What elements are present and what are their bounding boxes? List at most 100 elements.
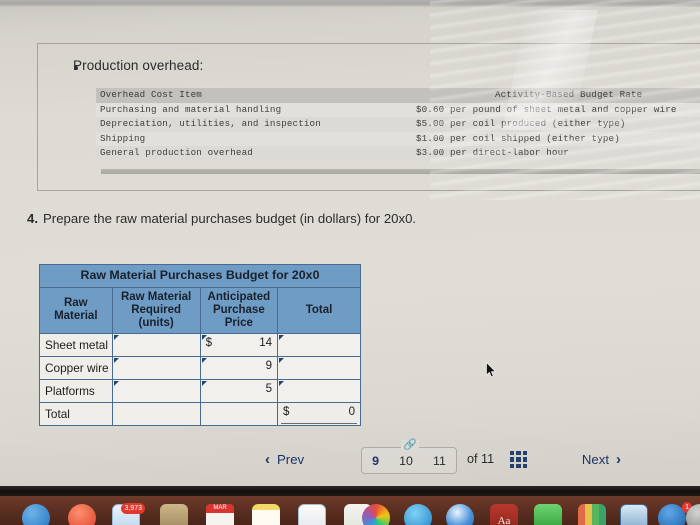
cell-flag-icon — [201, 357, 207, 363]
exhibit-col1-header: Overhead Cost Item — [100, 89, 202, 100]
input-required-copper-wire[interactable] — [111, 355, 201, 380]
cell-flag-icon — [113, 334, 119, 340]
grid-cell — [522, 463, 527, 468]
link-icon[interactable]: 🔗 — [401, 440, 419, 451]
grid-cell — [516, 451, 521, 456]
question-number: 4. — [27, 211, 38, 226]
header-required-l3: (units) — [138, 316, 174, 329]
mail-unread-badge: 3,973 — [121, 503, 145, 514]
chevron-left-icon: ‹ — [265, 451, 270, 468]
dock-icon-launchpad[interactable] — [68, 504, 96, 525]
grid-cell — [510, 457, 515, 462]
total-value: 0 — [348, 405, 355, 418]
exhibit-bottom-rule — [101, 169, 700, 174]
page-total-label: of 11 — [467, 452, 495, 466]
row-label-total: Total — [39, 401, 113, 426]
grid-cell — [510, 451, 515, 456]
input-total-sheet-metal[interactable] — [277, 332, 361, 357]
grid-cell — [516, 457, 521, 462]
macos-dock: 3,973 MAR Aa 1 — [0, 496, 700, 525]
currency-symbol: $ — [205, 336, 213, 349]
header-raw-material-l1: Raw — [63, 297, 88, 310]
exhibit-item: Shipping — [100, 132, 146, 144]
table-row: Copper wire 9 — [39, 355, 361, 380]
dock-icon-contacts[interactable] — [160, 504, 188, 525]
header-total: Total — [277, 286, 361, 334]
budget-header-row: Raw Material Raw Material Required (unit… — [39, 286, 361, 334]
grid-cell — [522, 451, 527, 456]
dock-icon-safari[interactable] — [404, 504, 432, 525]
input-required-platforms[interactable] — [111, 378, 201, 403]
exhibit-item: Depreciation, utilities, and inspection — [100, 118, 321, 130]
production-overhead-heading: Production overhead: — [73, 58, 204, 73]
total-underline — [281, 422, 357, 424]
cell-flag-icon — [279, 380, 285, 386]
grid-view-icon[interactable] — [510, 451, 527, 468]
grand-total-cell: $ 0 — [277, 401, 361, 426]
header-price-l3: Price — [224, 316, 253, 329]
row-label-platforms: Platforms — [39, 378, 113, 403]
mouse-cursor-icon — [486, 362, 497, 378]
dictionary-glyph: Aa — [497, 515, 511, 525]
exhibit-row: General production overhead $3.00 per di… — [96, 146, 700, 161]
table-row: Platforms 5 — [39, 378, 361, 403]
dock-icon-facetime[interactable] — [534, 504, 562, 525]
calendar-month-label: MAR — [206, 504, 234, 513]
exhibit-row: Shipping $1.00 per coil shipped (either … — [96, 131, 700, 147]
next-label: Next — [581, 452, 609, 467]
dock-icon-dictionary[interactable]: Aa — [490, 504, 518, 525]
input-total-copper-wire[interactable] — [277, 355, 361, 380]
cell-flag-icon — [279, 357, 285, 363]
budget-table-title: Raw Material Purchases Budget for 20x0 — [39, 264, 361, 288]
total-currency-symbol: $ — [283, 405, 290, 418]
grid-cell — [522, 457, 527, 462]
dock-icon-numbers[interactable] — [578, 504, 606, 525]
dock-icon-reminders[interactable] — [298, 504, 326, 525]
screen-top-edge — [0, 0, 700, 7]
exhibit-rate: $5.00 per coil produced (either type) — [416, 118, 626, 130]
input-price-platforms[interactable]: 5 — [199, 378, 279, 403]
exhibit-rate: $1.00 per coil shipped (either type) — [416, 132, 620, 144]
total-row-blank-price — [199, 401, 279, 426]
input-price-sheet-metal[interactable]: $ 14 — [199, 332, 279, 357]
row-label-copper-wire: Copper wire — [39, 355, 113, 380]
cell-flag-icon — [113, 357, 119, 363]
exhibit-item: Purchasing and material handling — [100, 103, 282, 115]
input-total-platforms[interactable] — [277, 378, 361, 403]
pagination-bar: ‹ Prev 9 10 11 🔗 of 11 Next › — [255, 440, 625, 478]
page-number-group[interactable]: 9 10 11 — [361, 447, 457, 474]
header-anticipated-price: Anticipated Purchase Price — [199, 286, 279, 334]
header-raw-material-l2: Material — [54, 310, 98, 323]
dock-icon-finder[interactable] — [22, 504, 50, 525]
exhibit-rate: $3.00 per direct-labor hour — [416, 147, 569, 159]
header-raw-material: Raw Material — [39, 286, 113, 334]
next-page-button[interactable]: Next › — [582, 451, 621, 468]
page-number-10[interactable]: 10 — [399, 454, 413, 468]
dock-icon-keynote[interactable] — [620, 504, 648, 525]
dock-icon-photos[interactable] — [362, 504, 390, 525]
table-total-row: Total $ 0 — [39, 401, 361, 426]
dock-icon-app-store[interactable]: 1 — [658, 502, 692, 525]
page-number-11[interactable]: 11 — [433, 454, 446, 468]
question-body: Prepare the raw material purchases budge… — [43, 211, 417, 226]
exhibit-item: General production overhead — [100, 147, 253, 159]
raw-material-purchases-budget-table: Raw Material Purchases Budget for 20x0 R… — [39, 264, 361, 426]
exhibit-rate: $0.60 per pound of sheet metal and coppe… — [416, 103, 677, 115]
header-required-l2: Required — [131, 303, 182, 316]
prev-page-button[interactable]: ‹ Prev — [265, 451, 304, 468]
row-label-sheet-metal: Sheet metal — [39, 332, 113, 357]
dock-icon-itunes[interactable] — [446, 504, 474, 525]
input-price-copper-wire[interactable]: 9 — [199, 355, 279, 380]
header-required-l1: Raw Material — [120, 290, 192, 303]
overhead-cost-exhibit-table: Overhead Cost Item Activity-Based Budget… — [96, 88, 700, 162]
input-required-sheet-metal[interactable] — [111, 332, 201, 357]
dock-icon-mail[interactable]: 3,973 — [112, 503, 145, 525]
dock-icon-calendar[interactable]: MAR — [206, 504, 234, 525]
grid-cell — [516, 463, 521, 468]
grid-cell — [510, 463, 515, 468]
dock-icon-notes[interactable] — [252, 504, 280, 525]
page-number-9[interactable]: 9 — [372, 454, 379, 468]
exhibit-row: Purchasing and material handling $0.60 p… — [96, 102, 700, 118]
budget-title-row: Raw Material Purchases Budget for 20x0 — [39, 264, 361, 288]
header-required-units: Raw Material Required (units) — [111, 286, 201, 334]
